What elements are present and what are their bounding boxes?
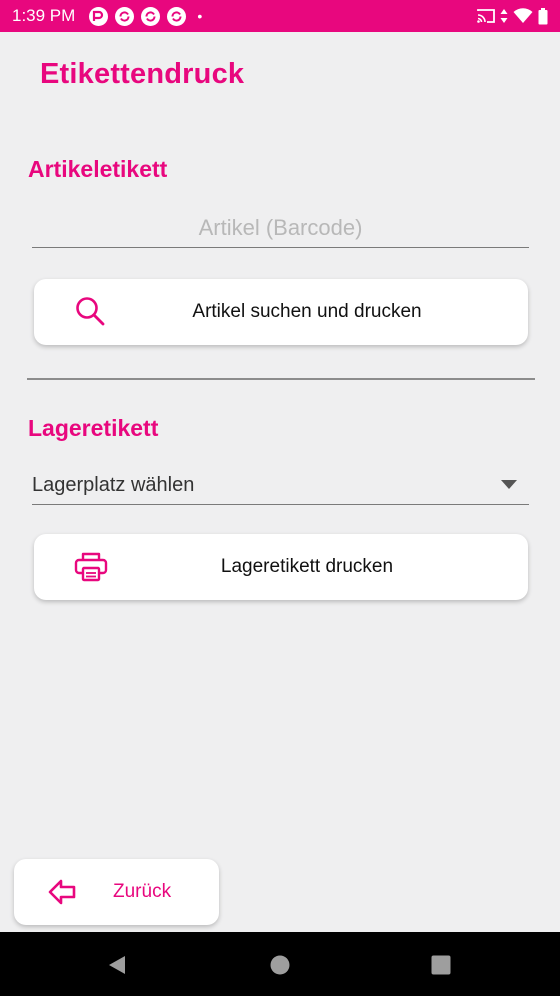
screen: 1:39 PM • Etikettendruck Artikeletikett … [0, 0, 560, 996]
data-arrows-icon [500, 9, 508, 23]
more-notifications-dot: • [197, 8, 203, 24]
article-section-title: Artikeletikett [28, 156, 168, 182]
back-button[interactable]: Zurück [14, 859, 219, 925]
system-icons [477, 7, 548, 25]
print-storage-label-button[interactable]: Lageretikett drucken [34, 534, 528, 600]
sync-icon [141, 6, 161, 26]
status-time: 1:39 PM [12, 6, 76, 25]
nav-recents-icon[interactable] [430, 954, 452, 976]
search-icon [76, 297, 105, 326]
sync-icon [167, 6, 187, 26]
navigation-bar [0, 932, 560, 996]
sync-icon [115, 6, 135, 26]
arrow-left-icon [48, 879, 76, 905]
app-notification-icon [89, 6, 109, 26]
page-title: Etikettendruck [40, 58, 245, 90]
battery-icon [538, 7, 548, 24]
storage-section-title: Lageretikett [28, 415, 159, 441]
barcode-input[interactable] [32, 208, 529, 248]
section-divider [27, 378, 535, 380]
wifi-icon [513, 8, 533, 23]
nav-home-icon[interactable] [269, 954, 291, 976]
back-button-label: Zurück [113, 881, 172, 902]
nav-back-icon[interactable] [106, 954, 128, 976]
location-spinner[interactable]: Lagerplatz wählen [32, 468, 529, 505]
search-and-print-button[interactable]: Artikel suchen und drucken [34, 279, 528, 345]
cast-icon [477, 9, 495, 23]
printer-icon [74, 552, 108, 582]
notification-icons: • [89, 6, 203, 26]
dropdown-arrow-icon [501, 480, 517, 489]
print-storage-label-text: Lageretikett drucken [220, 556, 394, 577]
location-spinner-value: Lagerplatz wählen [32, 474, 195, 496]
status-bar: 1:39 PM • [0, 0, 560, 32]
search-and-print-label: Artikel suchen und drucken [192, 301, 422, 322]
